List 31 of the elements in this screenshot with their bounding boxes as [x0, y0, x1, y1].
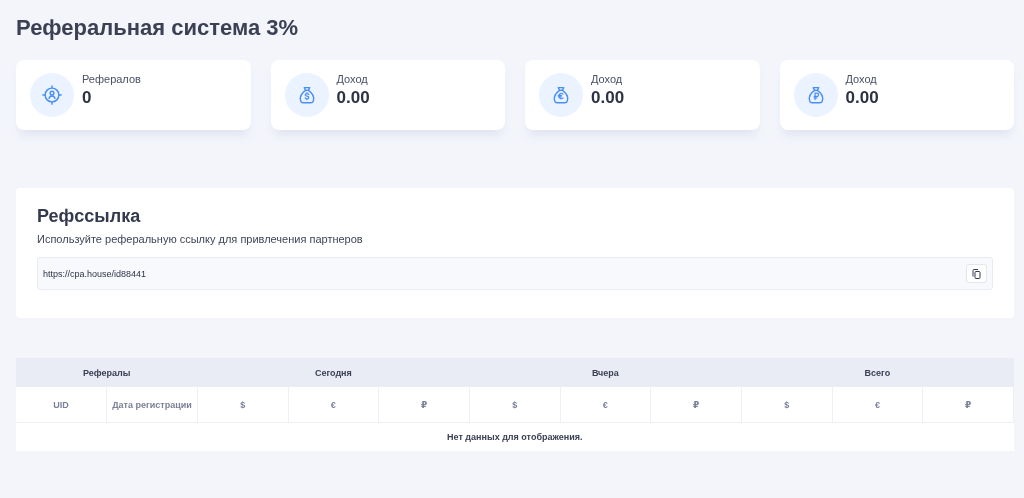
column-header: $ — [741, 387, 833, 423]
column-header: € — [832, 387, 923, 423]
stat-label: Доход — [845, 72, 878, 85]
stat-value: 0.00 — [336, 87, 370, 108]
group-header: Всего — [741, 358, 1014, 387]
stat-label: Рефералов — [82, 72, 141, 85]
section-description: Используйте реферальную ссылку для привлечения партнеров — [37, 233, 364, 245]
section-heading: Рефссылка — [37, 206, 142, 227]
stat-value: 0.00 — [845, 87, 879, 108]
column-header: Дата регистрации — [106, 387, 198, 423]
column-header: ₽ — [650, 387, 742, 423]
copy-icon — [972, 268, 981, 279]
stat-value: 0 — [82, 87, 93, 108]
column-header: € — [288, 387, 379, 423]
stat-label: Доход — [591, 72, 624, 85]
column-header: $ — [197, 387, 288, 423]
column-header: ₽ — [378, 387, 470, 423]
group-header: Вчера — [469, 358, 742, 387]
group-header: Сегодня — [197, 358, 470, 387]
copy-button[interactable] — [966, 264, 987, 283]
page-title: Реферальная система 3% — [16, 14, 300, 42]
target-person-icon — [41, 84, 63, 106]
column-header: ₽ — [922, 387, 1014, 423]
stat-value: 0.00 — [591, 87, 625, 108]
empty-message: Нет данных для отображения. — [16, 422, 1014, 451]
column-header: UID — [16, 387, 107, 423]
group-header: Рефералы — [16, 358, 198, 387]
stat-label: Доход — [336, 72, 369, 85]
column-header: $ — [469, 387, 561, 423]
column-header: € — [560, 387, 651, 423]
reflink-field[interactable]: https://cpa.house/id88441 — [37, 257, 993, 290]
